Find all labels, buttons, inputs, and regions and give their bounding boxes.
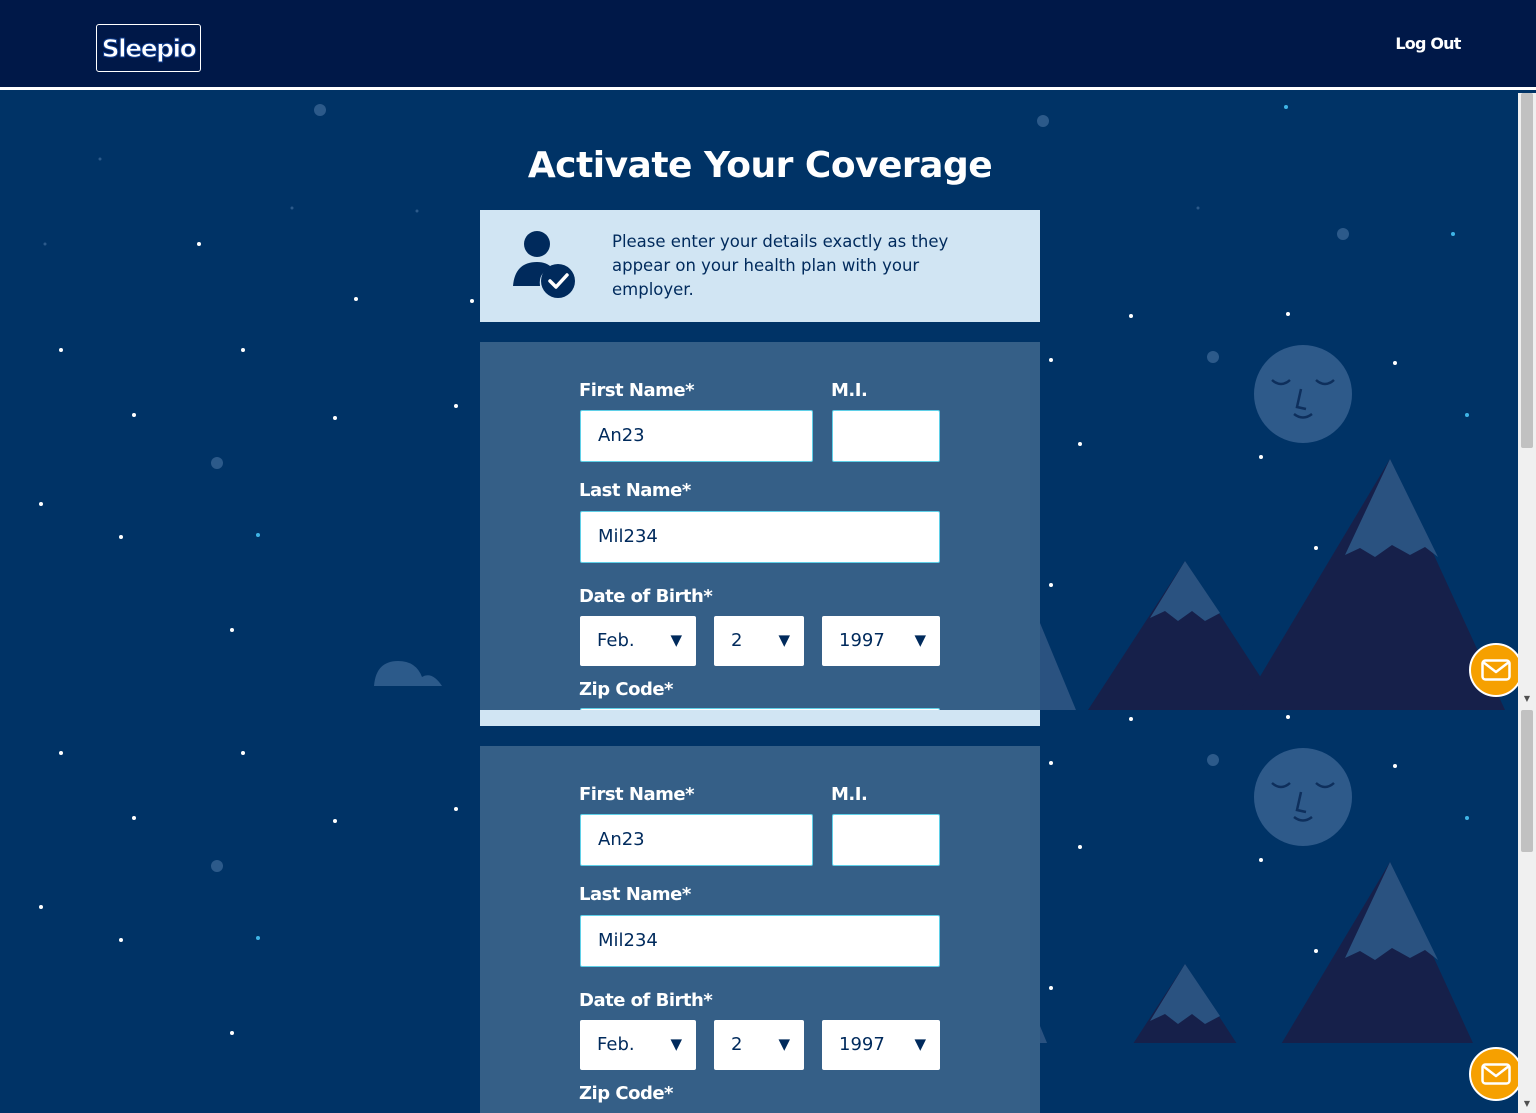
chat-button[interactable]	[1469, 643, 1518, 697]
dob-year-select[interactable]: 1997 ▼	[822, 1020, 940, 1070]
dob-month-select[interactable]: Feb. ▼	[580, 616, 696, 666]
activation-panel-top: Activate Your Coverage Please enter your…	[0, 93, 1518, 710]
zip-code-label: Zip Code*	[579, 679, 673, 700]
moon-face-icon	[1254, 748, 1352, 846]
moon-face-icon	[1254, 345, 1352, 443]
dob-label: Date of Birth*	[579, 586, 713, 607]
cloud-shape	[374, 661, 442, 686]
info-box: Please enter your details exactly as the…	[480, 210, 1040, 322]
scroll-down-arrow-bottom[interactable]: ▼	[1518, 1098, 1536, 1110]
dob-month-select[interactable]: Feb. ▼	[580, 1020, 696, 1070]
envelope-icon	[1481, 659, 1511, 681]
chevron-down-icon: ▼	[778, 631, 790, 649]
logo-text: Sleepio	[101, 33, 197, 63]
first-name-label: First Name*	[579, 380, 695, 401]
top-bar: Sleepio Log Out	[0, 0, 1536, 90]
dob-year-value: 1997	[839, 630, 885, 651]
mountains-illustration	[1040, 862, 1473, 1043]
page-title: Activate Your Coverage	[527, 145, 993, 186]
first-name-input[interactable]: An23	[580, 410, 813, 462]
page-scrollbar[interactable]: ▼ ▼	[1518, 93, 1536, 1113]
dob-year-select[interactable]: 1997 ▼	[822, 616, 940, 666]
last-name-label: Last Name*	[579, 884, 691, 905]
last-name-input[interactable]: Mil234	[580, 915, 940, 967]
dob-label: Date of Birth*	[579, 990, 713, 1011]
scrollbar-thumb-top[interactable]	[1521, 93, 1533, 448]
chevron-down-icon: ▼	[914, 1035, 926, 1053]
dob-day-value: 2	[731, 630, 743, 651]
last-name-input[interactable]: Mil234	[580, 511, 940, 563]
first-name-input[interactable]: An23	[580, 814, 813, 866]
envelope-icon	[1481, 1063, 1511, 1085]
details-form: First Name* M.I. An23 Last Name* Mil234 …	[480, 746, 1040, 1113]
scroll-down-arrow[interactable]: ▼	[1518, 693, 1536, 705]
user-check-icon	[513, 231, 575, 298]
mi-input[interactable]	[832, 410, 940, 462]
dob-day-select[interactable]: 2 ▼	[714, 1020, 804, 1070]
activation-panel-bottom: First Name* M.I. An23 Last Name* Mil234 …	[0, 710, 1518, 1113]
dob-month-value: Feb.	[597, 630, 635, 651]
chevron-down-icon: ▼	[670, 631, 682, 649]
mi-label: M.I.	[831, 784, 868, 805]
sleepio-logo[interactable]: Sleepio	[96, 24, 201, 72]
last-name-label: Last Name*	[579, 480, 691, 501]
mountains-illustration	[1040, 459, 1505, 710]
mi-label: M.I.	[831, 380, 868, 401]
dob-month-value: Feb.	[597, 1034, 635, 1055]
first-name-label: First Name*	[579, 784, 695, 805]
info-box-edge	[480, 710, 1040, 726]
chevron-down-icon: ▼	[778, 1035, 790, 1053]
info-text: Please enter your details exactly as the…	[612, 232, 949, 299]
chevron-down-icon: ▼	[670, 1035, 682, 1053]
chat-button[interactable]	[1469, 1047, 1518, 1101]
chevron-down-icon: ▼	[914, 631, 926, 649]
logout-link[interactable]: Log Out	[1388, 33, 1468, 55]
details-form: First Name* M.I. An23 Last Name* Mil234 …	[480, 342, 1040, 710]
dob-day-value: 2	[731, 1034, 743, 1055]
mi-input[interactable]	[832, 814, 940, 866]
dob-year-value: 1997	[839, 1034, 885, 1055]
scrollbar-thumb-bottom[interactable]	[1521, 710, 1533, 852]
dob-day-select[interactable]: 2 ▼	[714, 616, 804, 666]
zip-code-label: Zip Code*	[579, 1083, 673, 1104]
